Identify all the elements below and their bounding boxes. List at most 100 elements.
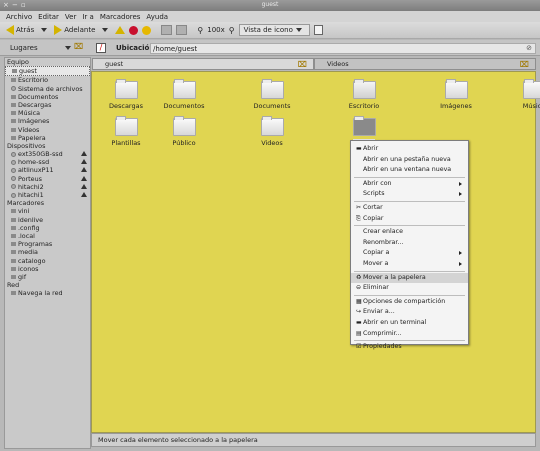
sidebar-item[interactable]: ext350GB-ssd: [5, 150, 90, 158]
file-item[interactable]: Documents: [242, 79, 302, 110]
folder-icon: [352, 116, 376, 136]
sidebar-item[interactable]: Sistema de archivos: [5, 85, 90, 93]
context-menu-item[interactable]: ↪ Enviar a...: [351, 307, 468, 318]
sidebar-item[interactable]: Programas: [5, 240, 90, 248]
forward-history-dropdown-icon[interactable]: [102, 28, 109, 32]
view-mode-select[interactable]: Vista de icono: [238, 24, 310, 36]
sidebar-item[interactable]: media: [5, 248, 90, 256]
file-item[interactable]: Plantillas: [96, 116, 156, 147]
sidebar-mode-select[interactable]: Lugares ⌧: [6, 42, 84, 53]
context-menu-item[interactable]: Copiar a: [351, 248, 468, 259]
sidebar-item[interactable]: guest: [5, 66, 90, 77]
context-menu-item[interactable]: ▬Abrir en un terminal: [351, 318, 468, 329]
sidebar-item-label: .local: [18, 231, 35, 240]
context-menu-item[interactable]: Scripts: [351, 189, 468, 200]
up-arrow-icon[interactable]: [115, 26, 126, 34]
sidebar-item[interactable]: Documentos: [5, 93, 90, 101]
zoom-out-icon[interactable]: ⚲: [197, 26, 203, 35]
file-view[interactable]: Descargas Documentos Documents Escritorio Im…: [91, 71, 540, 433]
context-menu-item[interactable]: Abrir en una pestaña nueva: [351, 155, 468, 166]
sidebar-item[interactable]: Imágenes: [5, 117, 90, 125]
back-button[interactable]: Atrás: [6, 25, 34, 35]
forward-button[interactable]: Adelante: [54, 25, 95, 35]
sidebar-item[interactable]: vini: [5, 207, 90, 215]
menu-ir-a[interactable]: Ir a: [82, 13, 93, 21]
sidebar-item-label: Programas: [18, 240, 53, 249]
file-item[interactable]: Escritorio: [334, 79, 394, 110]
context-menu-label: Copiar: [363, 214, 384, 222]
computer-icon[interactable]: [176, 25, 188, 35]
sidebar-item-label: altlinuxP11: [18, 166, 54, 175]
file-item[interactable]: Imágenes: [426, 79, 486, 110]
menu-editar[interactable]: Editar: [38, 13, 59, 21]
file-item[interactable]: Música: [504, 79, 540, 110]
sidebar-item[interactable]: hitachi1: [5, 191, 90, 199]
home-icon[interactable]: [161, 25, 173, 35]
close-tab-icon[interactable]: ⌧: [520, 59, 529, 70]
context-menu-item[interactable]: ⎘ Copiar: [351, 214, 468, 225]
context-menu-item[interactable]: ⊖ Eliminar: [351, 283, 468, 294]
context-menu-item[interactable]: ☑ Propiedades: [351, 342, 468, 353]
context-menu: ▬Abrir Abrir en una pestaña nueva Abrir en…: [350, 140, 469, 350]
chevron-down-icon: [295, 28, 302, 32]
eject-icon[interactable]: [81, 159, 87, 165]
file-item[interactable]: Videos: [242, 116, 302, 147]
tab-guest[interactable]: guest ⌧: [92, 58, 314, 70]
context-menu-item[interactable]: Abrir en una ventana nueva: [351, 165, 468, 176]
eject-icon[interactable]: [81, 192, 87, 197]
back-history-dropdown-icon[interactable]: [41, 28, 48, 32]
context-menu-label: Abrir en una pestaña nueva: [363, 155, 451, 163]
stop-icon[interactable]: [129, 25, 139, 35]
sidebar-item[interactable]: Escritorio: [5, 76, 90, 84]
reload-icon[interactable]: [142, 25, 152, 35]
file-item[interactable]: Público: [154, 116, 214, 147]
sidebar-item[interactable]: catalogo: [5, 257, 90, 265]
context-menu-item[interactable]: ✂ Cortar: [351, 203, 468, 214]
eject-icon[interactable]: [81, 151, 87, 157]
sidebar-item[interactable]: hitachi2: [5, 183, 90, 191]
context-menu-item[interactable]: Abrir con: [351, 179, 468, 190]
sidebar-item[interactable]: Música: [5, 109, 90, 117]
close-tab-icon[interactable]: ⌧: [298, 59, 307, 70]
context-menu-item[interactable]: ▦Opciones de compartición: [351, 297, 468, 308]
sidebar-item[interactable]: .config: [5, 224, 90, 232]
sidebar-item[interactable]: Porteus: [5, 175, 90, 183]
context-menu-item[interactable]: ♻ Mover a la papelera: [351, 272, 468, 284]
menu-ver[interactable]: Ver: [65, 13, 76, 21]
menu-marcadores[interactable]: Marcadores: [100, 13, 141, 21]
zoom-in-icon[interactable]: ⚲: [229, 26, 235, 35]
context-menu-item[interactable]: Crear enlace: [351, 227, 468, 238]
context-menu-item[interactable]: Renombrar...: [351, 238, 468, 249]
close-sidebar-icon[interactable]: ⌧: [74, 42, 83, 51]
search-doc-icon[interactable]: [313, 25, 323, 35]
eject-icon[interactable]: [81, 175, 87, 181]
sidebar-item[interactable]: iconos: [5, 265, 90, 273]
sidebar-item[interactable]: altlinuxP11: [5, 166, 90, 174]
edit-location-icon[interactable]: /: [96, 43, 106, 53]
sidebar-item-label: Papelera: [18, 133, 46, 142]
context-menu-label: Abrir en un terminal: [363, 318, 427, 326]
desktop-folder-icon: [352, 79, 376, 99]
sidebar-item[interactable]: idenlive: [5, 216, 90, 224]
sidebar-item[interactable]: Descargas: [5, 101, 90, 109]
clear-location-icon[interactable]: ⊘: [526, 44, 532, 52]
eject-icon[interactable]: [81, 167, 87, 173]
location-input[interactable]: /home/guest ⊘: [150, 43, 536, 54]
sidebar-item-label: .config: [18, 223, 40, 232]
file-item[interactable]: Documentos: [154, 79, 214, 110]
sidebar-item[interactable]: gif: [5, 273, 90, 281]
menu-archivo[interactable]: Archivo: [6, 13, 32, 21]
tab-videos[interactable]: Videos ⌧: [314, 58, 536, 70]
sidebar-item-label: Escritorio: [18, 76, 49, 85]
context-menu-item[interactable]: ▤Comprimir...: [351, 329, 468, 340]
sidebar-item[interactable]: Papelera: [5, 134, 90, 142]
context-menu-item[interactable]: ▬Abrir: [351, 144, 468, 155]
context-menu-item[interactable]: Mover a: [351, 259, 468, 270]
menu-ayuda[interactable]: Ayuda: [146, 13, 168, 21]
sidebar-item[interactable]: .local: [5, 232, 90, 240]
file-item[interactable]: Descargas: [96, 79, 156, 110]
eject-icon[interactable]: [81, 183, 87, 189]
sidebar-item[interactable]: home-ssd: [5, 158, 90, 166]
sidebar-item[interactable]: Vídeos: [5, 126, 90, 134]
sidebar-item[interactable]: Navega la red: [5, 289, 90, 297]
